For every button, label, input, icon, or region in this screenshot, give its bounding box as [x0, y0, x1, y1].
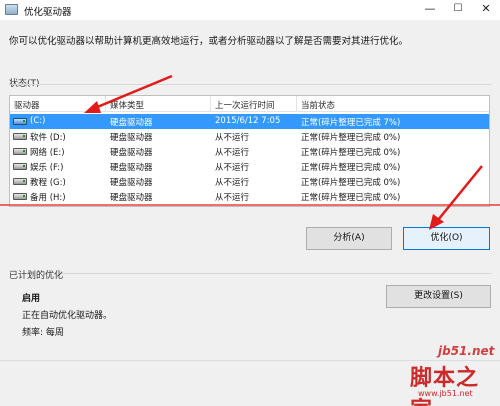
column-separator[interactable] [210, 96, 211, 111]
drive-row-h[interactable]: 备用 (H:) 硬盘驱动器 从不运行 正常(碎片整理已完成 0%) [10, 189, 489, 204]
drive-media-type: 硬盘驱动器 [110, 163, 153, 173]
hard-drive-icon [13, 163, 27, 170]
drive-name: 娱乐 (F:) [30, 163, 64, 173]
drive-status: 正常(碎片整理已完成 0%) [301, 193, 401, 203]
drive-row-f[interactable]: 娱乐 (F:) 硬盘驱动器 从不运行 正常(碎片整理已完成 0%) [10, 159, 489, 174]
status-divider [9, 84, 492, 85]
drive-row-g[interactable]: 教程 (G:) 硬盘驱动器 从不运行 正常(碎片整理已完成 0%) [10, 174, 489, 189]
column-header-last-run[interactable]: 上一次运行时间 [215, 99, 275, 111]
schedule-divider [62, 273, 492, 274]
drive-status: 正常(碎片整理已完成 0%) [301, 163, 401, 173]
drive-status: 正常(碎片整理已完成 0%) [301, 133, 401, 143]
column-header-drive[interactable]: 驱动器 [14, 99, 40, 111]
drive-row-e[interactable]: 网络 (E:) 硬盘驱动器 从不运行 正常(碎片整理已完成 0%) [10, 144, 489, 159]
maximize-button[interactable]: ☐ [444, 0, 472, 20]
watermark-url: www.jb51.net [418, 389, 473, 398]
drive-status: 正常(碎片整理已完成 0%) [301, 178, 401, 188]
drive-last-run: 从不运行 [215, 163, 250, 173]
drive-last-run: 从不运行 [215, 193, 250, 203]
window-title: 优化驱动器 [24, 7, 72, 18]
status-section-label: 状态(T) [9, 79, 40, 89]
drive-list-header: 驱动器 媒体类型 上一次运行时间 当前状态 [10, 96, 489, 112]
os-drive-icon [13, 118, 27, 125]
drive-row-d[interactable]: 软件 (D:) 硬盘驱动器 从不运行 正常(碎片整理已完成 0%) [10, 129, 489, 144]
schedule-frequency: 频率: 每周 [22, 328, 64, 338]
drive-name: 教程 (G:) [30, 178, 66, 188]
drive-media-type: 硬盘驱动器 [110, 133, 153, 143]
drive-name: 软件 (D:) [30, 133, 66, 143]
hard-drive-icon [13, 178, 27, 185]
drive-media-type: 硬盘驱动器 [110, 148, 153, 158]
drive-status: 正常(碎片整理已完成 0%) [301, 148, 401, 158]
drive-last-run: 从不运行 [215, 148, 250, 158]
column-header-current-status[interactable]: 当前状态 [301, 99, 335, 111]
column-separator[interactable] [296, 96, 297, 111]
drive-name: 网络 (E:) [30, 148, 65, 158]
drive-list[interactable]: 驱动器 媒体类型 上一次运行时间 当前状态 (C:) 硬盘驱动器 2015/6/… [9, 95, 490, 207]
column-header-media-type[interactable]: 媒体类型 [110, 99, 144, 111]
drive-last-run: 从不运行 [215, 178, 250, 188]
optimize-button[interactable]: 优化(O) [403, 227, 490, 250]
schedule-status: 启用 [22, 294, 41, 304]
watermark-domain: jb51.net [438, 344, 495, 358]
hard-drive-icon [13, 193, 27, 200]
drive-media-type: 硬盘驱动器 [110, 178, 153, 188]
drive-media-type: 硬盘驱动器 [110, 118, 153, 128]
drive-row-c[interactable]: (C:) 硬盘驱动器 2015/6/12 7:05 正常(碎片整理已完成 7%) [10, 114, 489, 129]
drive-name: (C:) [30, 116, 46, 126]
minimize-button[interactable]: — [416, 0, 444, 20]
drive-optimize-icon [5, 4, 18, 15]
analyze-button[interactable]: 分析(A) [306, 227, 392, 250]
watermark-logo: 脚本之家 [410, 365, 480, 406]
drive-media-type: 硬盘驱动器 [110, 193, 153, 203]
drive-last-run: 从不运行 [215, 133, 250, 143]
column-separator[interactable] [105, 96, 106, 111]
close-button[interactable]: ✕ [472, 0, 500, 20]
hard-drive-icon [13, 133, 27, 140]
title-bar: 优化驱动器 — ☐ ✕ [0, 0, 500, 20]
drive-last-run: 2015/6/12 7:05 [215, 116, 281, 126]
schedule-description: 正在自动优化驱动器。 [22, 311, 113, 321]
drive-name: 备用 (H:) [30, 193, 66, 203]
intro-text: 你可以优化驱动器以帮助计算机更高效地运行，或者分析驱动器以了解是否需要对其进行优… [9, 36, 409, 47]
drive-status: 正常(碎片整理已完成 7%) [301, 118, 401, 128]
hard-drive-icon [13, 148, 27, 155]
change-settings-button[interactable]: 更改设置(S) [386, 285, 491, 308]
scheduled-optimization-label: 已计划的优化 [9, 271, 64, 281]
